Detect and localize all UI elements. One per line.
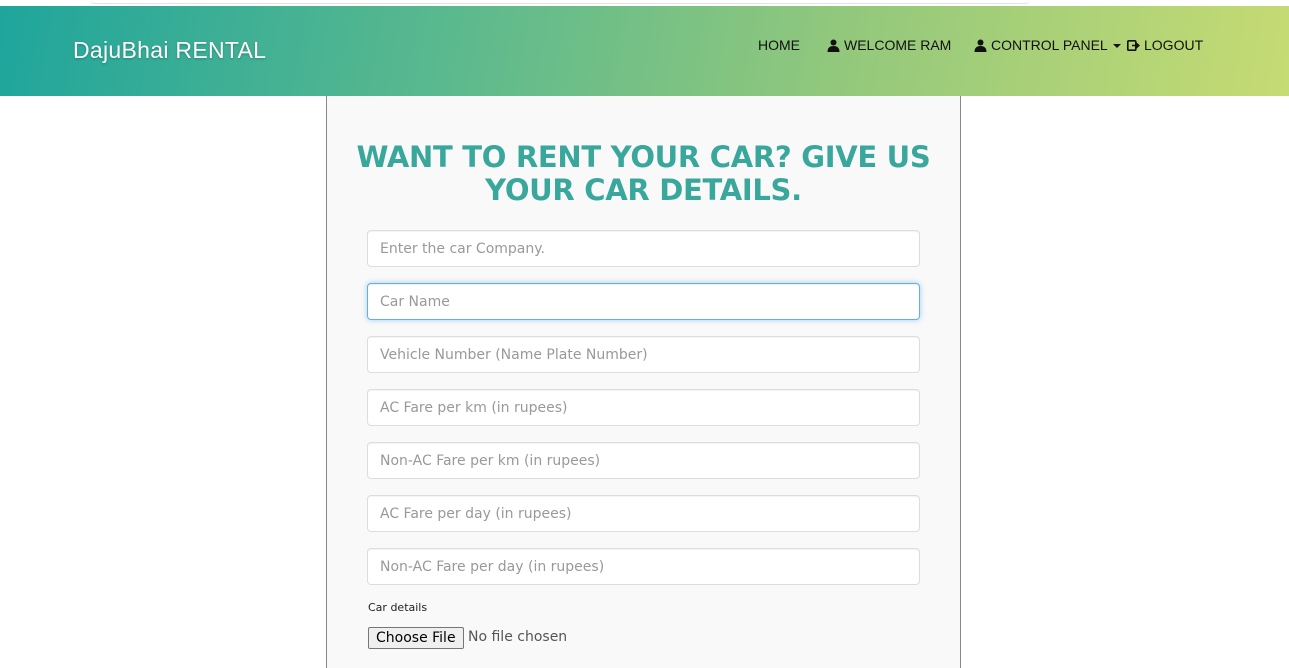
file-status-text: No file chosen — [468, 629, 568, 645]
chevron-down-icon — [1112, 44, 1121, 48]
nav-welcome-label: WELCOME RAM — [844, 37, 952, 53]
car-details-label: Car details — [368, 601, 428, 614]
nav-home-label: HOME — [758, 37, 800, 53]
nav-control-panel-label: CONTROL PANEL — [991, 37, 1108, 53]
navbar: DajuBhai RENTAL HOME WELCOME RAM CONTROL… — [0, 6, 1289, 96]
logout-icon — [1127, 39, 1140, 51]
choose-file-button[interactable]: Choose File — [368, 627, 464, 649]
non-ac-fare-per-km-input[interactable] — [367, 442, 920, 479]
ac-fare-per-km-input[interactable] — [367, 389, 920, 426]
vehicle-number-input[interactable] — [367, 336, 920, 373]
nav-logout-label: LOGOUT — [1144, 37, 1204, 53]
nav-home[interactable]: HOME — [758, 37, 800, 53]
non-ac-fare-per-day-input[interactable] — [367, 548, 920, 585]
nav-control-panel[interactable]: CONTROL PANEL — [974, 37, 1121, 53]
car-name-input[interactable] — [367, 283, 920, 320]
rent-car-form-panel: WANT TO RENT YOUR CAR? GIVE US YOUR CAR … — [326, 96, 961, 668]
brand-logo[interactable]: DajuBhai RENTAL — [73, 37, 266, 64]
user-icon — [974, 39, 987, 52]
nav-logout[interactable]: LOGOUT — [1127, 37, 1203, 53]
browser-edge — [90, 0, 1030, 4]
user-icon — [827, 39, 840, 52]
car-company-input[interactable] — [367, 230, 920, 267]
ac-fare-per-day-input[interactable] — [367, 495, 920, 532]
page-title: WANT TO RENT YOUR CAR? GIVE US YOUR CAR … — [356, 140, 931, 207]
nav-welcome[interactable]: WELCOME RAM — [827, 37, 951, 53]
